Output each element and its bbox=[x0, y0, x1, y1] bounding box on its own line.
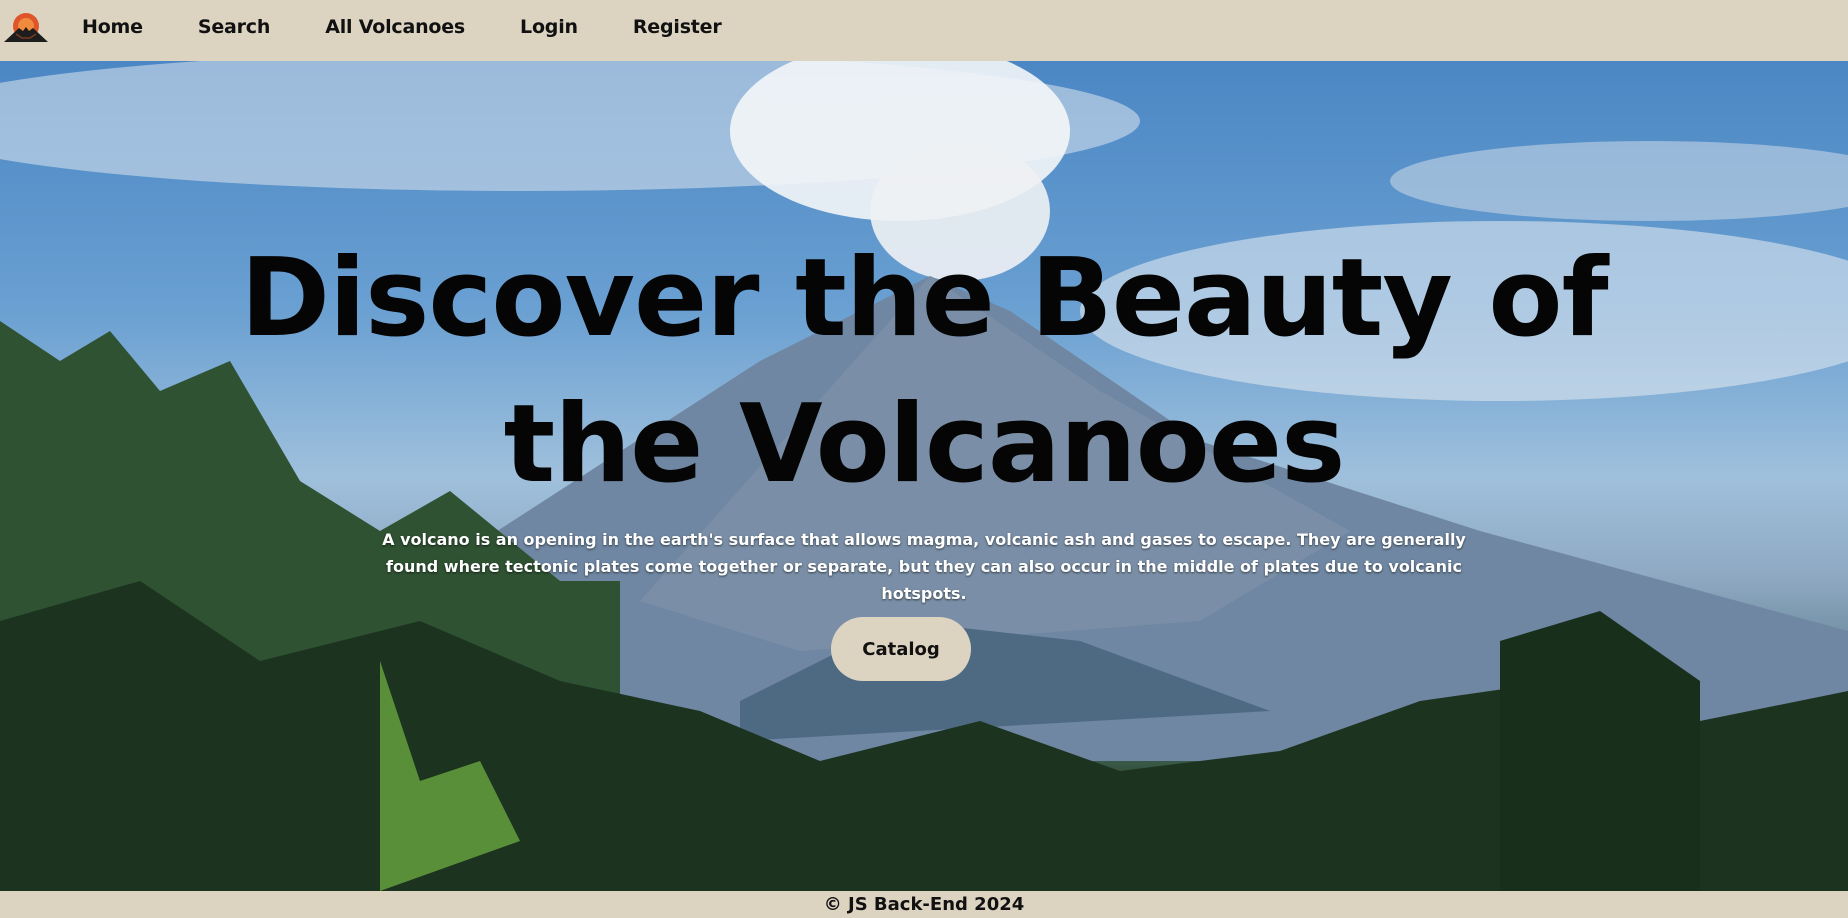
volcano-logo-icon[interactable] bbox=[2, 8, 50, 48]
footer: © JS Back-End 2024 bbox=[0, 891, 1848, 918]
main-nav: Home Search All Volcanoes Login Register bbox=[82, 0, 777, 54]
nav-link-login[interactable]: Login bbox=[520, 16, 578, 38]
footer-copyright: © JS Back-End 2024 bbox=[823, 894, 1025, 915]
hero-title: Discover the Beauty of the Volcanoes bbox=[240, 236, 1608, 507]
hero-section: Discover the Beauty of the Volcanoes A v… bbox=[0, 61, 1848, 891]
nav-link-register[interactable]: Register bbox=[633, 16, 722, 38]
catalog-button[interactable]: Catalog bbox=[831, 617, 971, 681]
hero-description: A volcano is an opening in the earth's s… bbox=[382, 530, 1466, 603]
nav-link-all-volcanoes[interactable]: All Volcanoes bbox=[325, 16, 465, 38]
nav-link-home[interactable]: Home bbox=[82, 16, 143, 38]
navbar: Home Search All Volcanoes Login Register bbox=[0, 0, 1848, 61]
nav-link-search[interactable]: Search bbox=[198, 16, 271, 38]
